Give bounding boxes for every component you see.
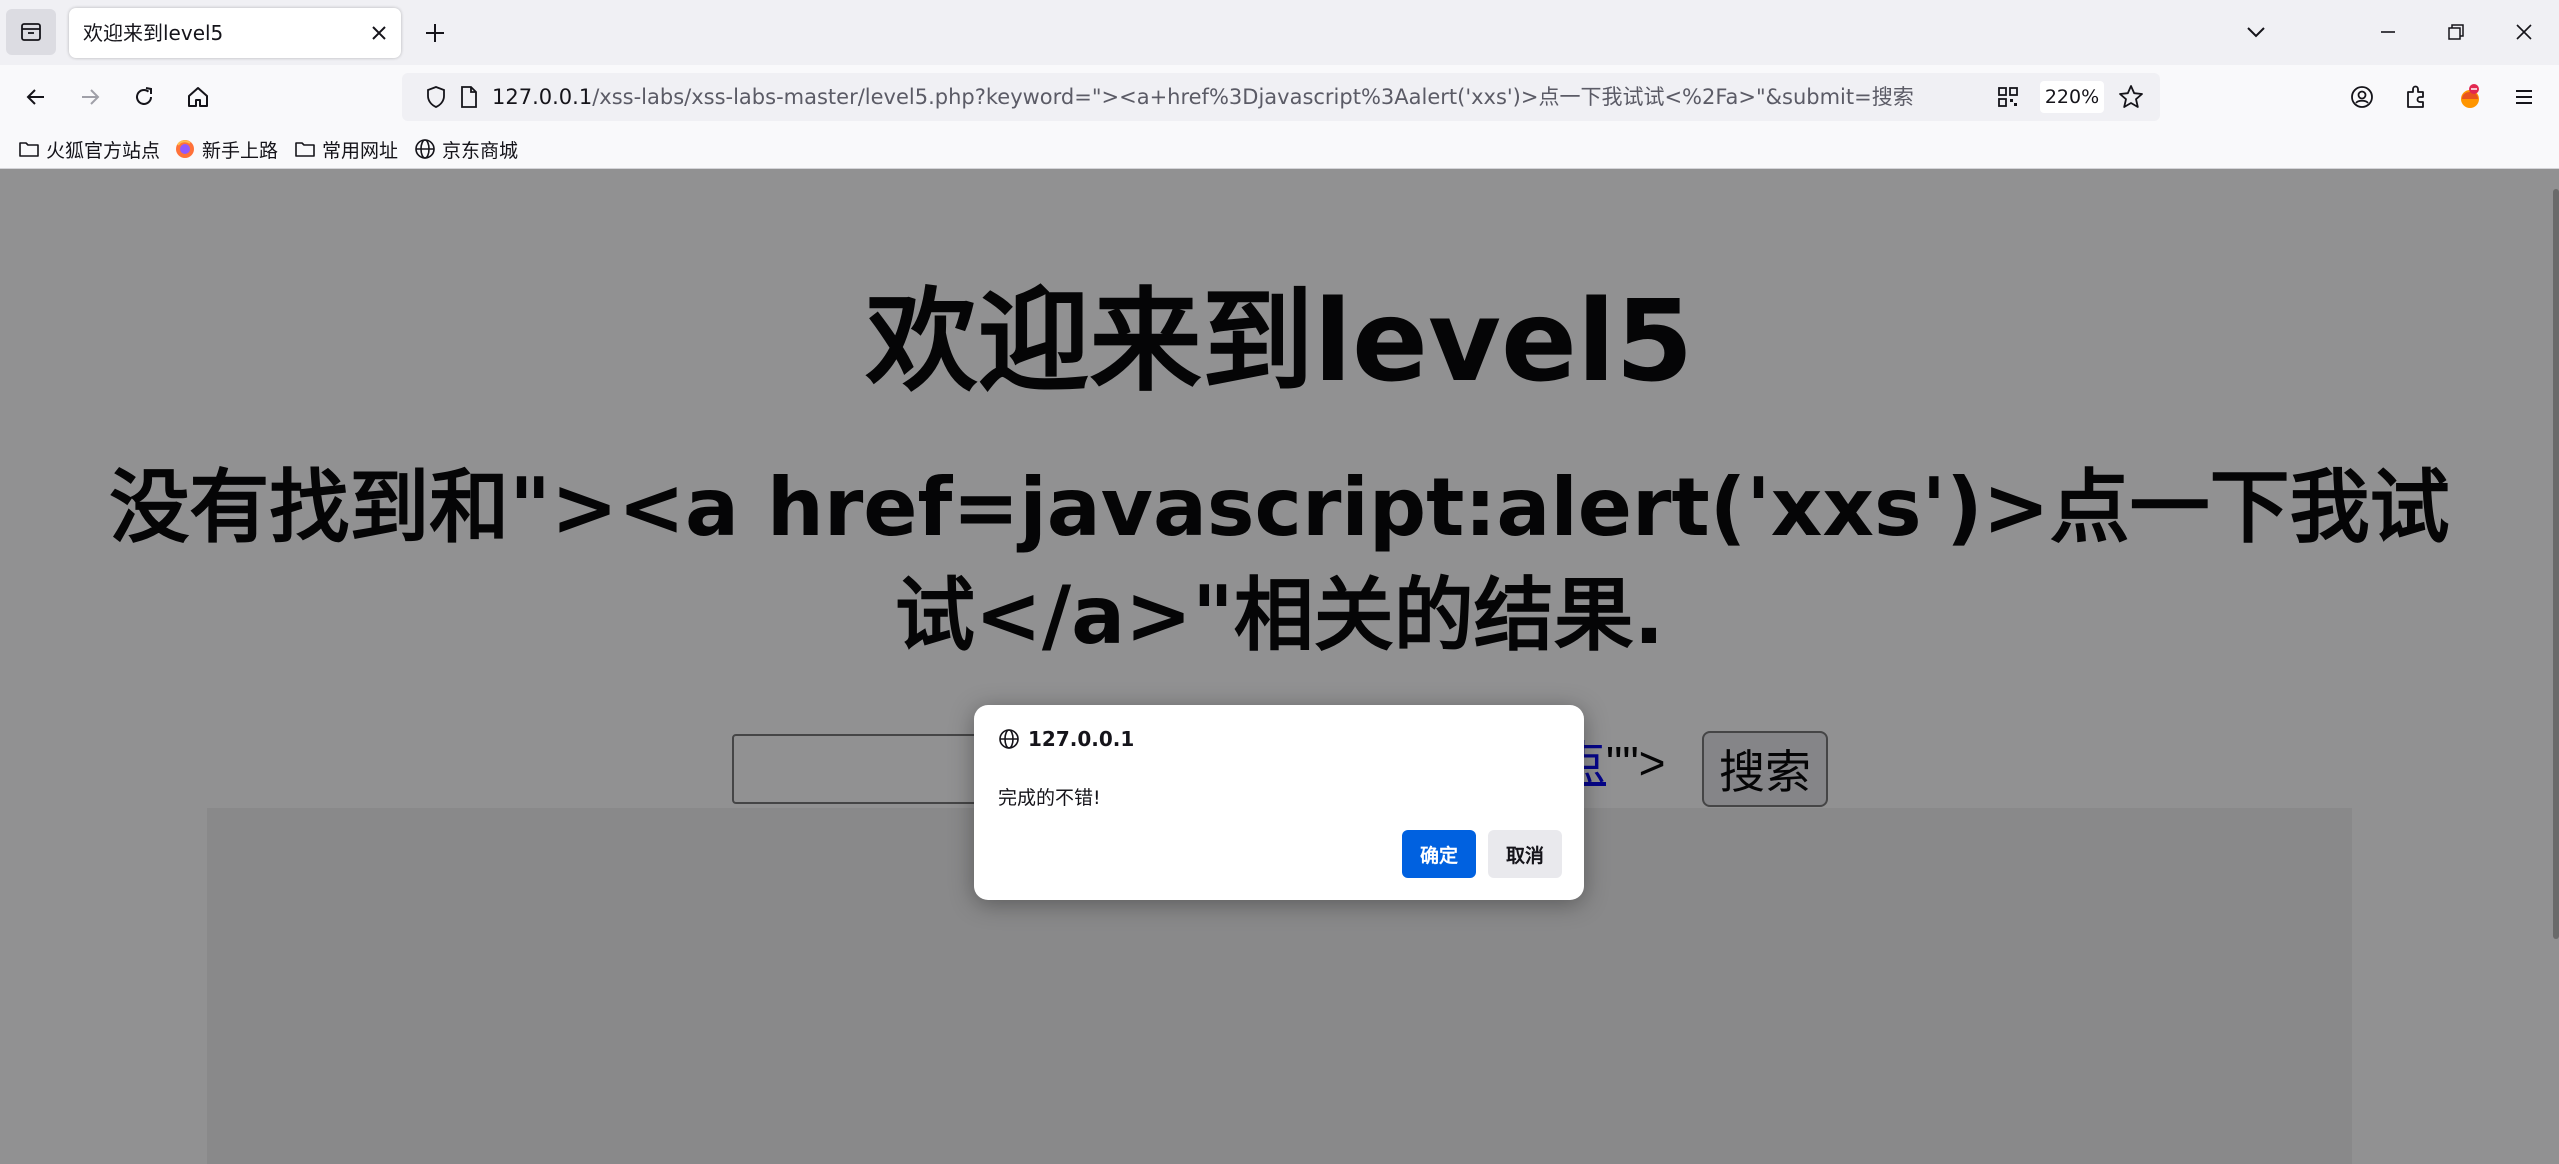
active-tab[interactable]: 欢迎来到level5 <box>69 8 401 58</box>
reload-icon <box>136 87 152 105</box>
forward-button[interactable] <box>70 77 110 117</box>
page-icon <box>461 86 477 108</box>
bookmark-label: 新手上路 <box>202 139 279 162</box>
ok-button[interactable]: 确定 <box>1402 830 1476 878</box>
url-text[interactable]: 127.0.0.1/xss-labs/xss-labs-master/level… <box>492 73 1914 121</box>
dialog-origin-text: 127.0.0.1 <box>1028 727 1135 751</box>
zoom-level-button[interactable]: 220% <box>2040 81 2104 113</box>
close-icon <box>2516 24 2532 40</box>
bookmark-item[interactable]: 京东商城 <box>414 130 518 168</box>
navigation-toolbar: 127.0.0.1/xss-labs/xss-labs-master/level… <box>0 65 2559 130</box>
firefox-icon <box>176 140 194 158</box>
tab-strip: 欢迎来到level5 <box>0 0 2559 65</box>
dialog-message: 完成的不错! <box>998 787 1101 809</box>
extensions-button[interactable] <box>2396 77 2436 117</box>
close-window-button[interactable] <box>2504 12 2544 52</box>
address-bar[interactable]: 127.0.0.1/xss-labs/xss-labs-master/level… <box>402 73 2160 121</box>
bookmarks-toolbar: 火狐官方站点 新手上路 常用网址 京东商城 <box>0 130 2559 169</box>
arrow-left-icon <box>26 89 44 105</box>
page-viewport: 欢迎来到level5 没有找到和"><a href=javascript:ale… <box>0 169 2559 1164</box>
folder-icon <box>19 142 39 157</box>
arrow-right-icon <box>82 89 100 105</box>
url-path: /xss-labs/xss-labs-master/level5.php?key… <box>592 85 1914 109</box>
bookmark-label: 火狐官方站点 <box>46 139 161 162</box>
list-all-tabs-button[interactable] <box>2236 12 2276 52</box>
page-info-icon[interactable] <box>458 85 480 113</box>
reload-button[interactable] <box>124 77 164 117</box>
hamburger-menu-icon <box>2516 90 2532 104</box>
restore-icon <box>2448 24 2464 40</box>
tab-close-button[interactable] <box>367 21 391 45</box>
home-button[interactable] <box>178 77 218 117</box>
fox-avatar-icon <box>2461 84 2479 108</box>
bookmark-item[interactable]: 常用网址 <box>294 130 398 168</box>
tab-title: 欢迎来到level5 <box>83 21 224 45</box>
tab-overview-button[interactable] <box>6 9 56 55</box>
folder-icon <box>295 142 315 157</box>
home-icon <box>188 87 208 107</box>
globe-icon <box>415 139 435 159</box>
bookmark-label: 京东商城 <box>442 139 519 162</box>
alert-dialog: 127.0.0.1 完成的不错! 确定 取消 <box>974 705 1584 900</box>
qr-code-button[interactable] <box>1996 85 2020 113</box>
dialog-origin: 127.0.0.1 <box>998 727 1134 751</box>
chevron-down-icon <box>2247 27 2265 38</box>
shield-icon <box>427 86 445 108</box>
tab-list-icon <box>21 23 41 41</box>
star-icon <box>2119 85 2143 108</box>
bookmark-item[interactable]: 火狐官方站点 <box>18 130 160 168</box>
minimize-button[interactable] <box>2368 12 2408 52</box>
bookmark-label: 常用网址 <box>322 139 399 162</box>
profile-avatar-button[interactable] <box>2450 77 2490 117</box>
tracking-protection-icon[interactable] <box>424 85 448 113</box>
app-menu-button[interactable] <box>2504 77 2544 117</box>
url-host: 127.0.0.1 <box>492 85 593 109</box>
new-tab-button[interactable] <box>418 16 452 50</box>
account-button[interactable] <box>2342 77 2382 117</box>
puzzle-icon <box>2407 85 2424 108</box>
account-icon <box>2351 86 2373 108</box>
cancel-button[interactable]: 取消 <box>1488 830 1562 878</box>
back-button[interactable] <box>16 77 56 117</box>
bookmark-item[interactable]: 新手上路 <box>174 130 278 168</box>
modal-backdrop <box>0 169 2559 1164</box>
scrollbar-thumb[interactable] <box>2553 189 2559 939</box>
globe-icon <box>999 729 1019 749</box>
close-icon <box>372 26 386 40</box>
plus-icon <box>426 24 444 42</box>
minimize-icon <box>2381 31 2395 33</box>
restore-button[interactable] <box>2436 12 2476 52</box>
qr-code-icon <box>1998 87 2018 107</box>
bookmark-star-button[interactable] <box>2118 84 2144 114</box>
